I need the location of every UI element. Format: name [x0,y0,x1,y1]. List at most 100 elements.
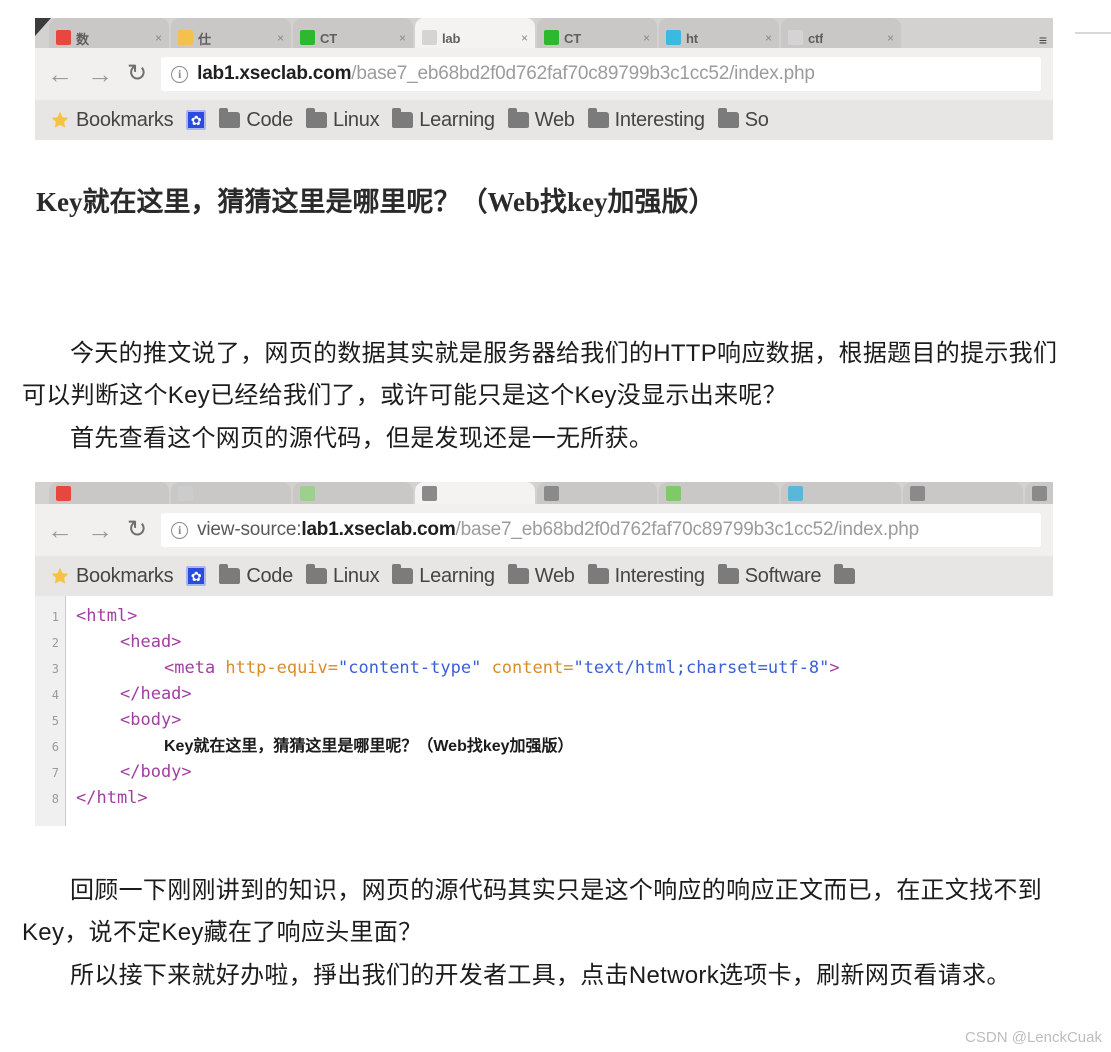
code-line: 5 <body> [35,707,1053,733]
reload-button[interactable]: ↻ [127,518,147,542]
bookmark-item[interactable]: Code [216,107,296,134]
bookmarks-bar[interactable]: Bookmarks ✿ Code Linux Learning Web Interestin… [35,556,1053,596]
bookmark-item[interactable] [831,564,858,586]
browser-tab[interactable]: lab × [415,18,535,48]
code-text: </head> [66,681,192,707]
tab-favicon-icon [544,486,559,501]
tab-strip[interactable] [35,482,1053,504]
address-bar[interactable]: i view-source:lab1.xseclab.com/base7_eb6… [161,513,1041,547]
bookmark-item[interactable]: Interesting [585,563,708,590]
info-icon[interactable]: i [171,65,189,83]
line-number: 5 [51,714,59,728]
line-number: 4 [51,688,59,702]
browser-tab[interactable] [293,482,413,504]
browser-tab[interactable] [659,482,779,504]
tab-favicon-icon [666,486,681,501]
browser-tab[interactable] [781,482,901,504]
close-icon[interactable]: × [277,31,284,45]
bookmark-label: Software [744,564,822,587]
tab-favicon-icon [56,30,71,45]
code-token: http-equiv= [225,658,339,678]
close-icon[interactable]: × [521,31,528,45]
line-number: 8 [51,792,59,806]
tab-favicon-icon [422,486,437,501]
url-path: /base7_eb68bd2f0d762faf70c89799b3c1cc52/… [351,63,815,84]
bookmark-item[interactable]: ✿ [183,564,209,588]
bookmark-item[interactable]: Learning [389,107,497,134]
bookmark-item[interactable]: Code [216,563,296,590]
folder-icon [834,564,856,584]
browser-tab[interactable]: 数 × [49,18,169,48]
bookmark-label: Interesting [614,108,705,131]
tab-title: CT [564,30,581,46]
code-text: <body> [66,707,181,733]
code-token: <body> [120,710,182,730]
close-icon[interactable]: × [887,31,894,45]
bookmark-item[interactable]: So [715,107,772,134]
reload-button[interactable]: ↻ [127,62,147,86]
browser-tab[interactable] [537,482,657,504]
address-bar[interactable]: i lab1.xseclab.com/base7_eb68bd2f0d762fa… [161,57,1041,91]
paragraph-2: 首先查看这个网页的源代码，但是发现还是一无所获。 [70,425,654,452]
line-number: 1 [51,610,59,624]
tab-title: ctf [808,30,824,46]
forward-button[interactable]: → [87,517,113,543]
close-icon[interactable]: × [765,31,772,45]
back-button[interactable]: ← [47,517,73,543]
menu-icon[interactable]: ≡ [1039,32,1047,48]
browser-tab[interactable]: ht × [659,18,779,48]
folder-icon [305,564,327,584]
tab-favicon-icon [788,30,803,45]
browser-tab[interactable]: CT × [537,18,657,48]
browser-tab[interactable] [171,482,291,504]
tab-favicon-icon [544,30,559,45]
code-token: "text/html;charset=utf-8" [573,658,830,678]
close-icon[interactable]: × [155,31,162,45]
bookmark-item[interactable]: Bookmarks [47,563,176,590]
browser-screenshot-view-source: ← → ↻ i view-source:lab1.xseclab.com/bas… [35,482,1053,830]
browser-tab[interactable] [903,482,1023,504]
bookmark-item[interactable]: Web [505,563,578,590]
back-button[interactable]: ← [47,61,73,87]
folder-icon [219,564,241,584]
folder-icon [587,564,609,584]
star-icon [51,111,69,128]
browser-tab[interactable]: CT × [293,18,413,48]
paw-icon: ✿ [186,566,207,586]
browser-tab[interactable] [49,482,169,504]
bookmark-label: So [744,108,769,131]
forward-button[interactable]: → [87,61,113,87]
browser-tab[interactable] [1025,482,1053,504]
bookmark-item[interactable]: Software [715,563,825,590]
tab-strip[interactable]: 数 × 仕 × CT × lab × CT × ht × ctf × ≡ [35,18,1053,48]
bookmark-item[interactable]: Linux [303,563,382,590]
tab-favicon-icon [56,486,71,501]
info-icon[interactable]: i [171,521,189,539]
bookmark-label: Linux [332,564,380,587]
browser-tab[interactable]: ctf × [781,18,901,48]
tab-favicon-icon [666,30,681,45]
bookmark-item[interactable]: Learning [389,563,497,590]
code-token: </html> [76,788,148,808]
tab-favicon-icon [300,30,315,45]
bookmark-item[interactable]: Bookmarks [47,107,176,134]
close-icon[interactable]: × [643,31,650,45]
code-text: Key就在这里，猜猜这里是哪里呢？（Web找key加强版） [66,733,574,760]
line-number: 3 [51,662,59,676]
browser-tab[interactable]: 仕 × [171,18,291,48]
code-token: <head> [120,632,182,652]
bookmark-item[interactable]: Linux [303,107,382,134]
tab-favicon-icon [300,486,315,501]
paragraph-1: 今天的推文说了，网页的数据其实就是服务器给我们的HTTP响应数据，根据题目的提示… [22,340,1058,409]
bookmarks-bar[interactable]: Bookmarks ✿ Code Linux Learning Web Interestin… [35,100,1053,140]
url-text: view-source:lab1.xseclab.com/base7_eb68b… [197,519,919,541]
close-icon[interactable]: × [399,31,406,45]
browser-tab[interactable] [415,482,535,504]
tab-favicon-icon [178,30,193,45]
bookmark-item[interactable]: ✿ [183,108,209,132]
url-path: /base7_eb68bd2f0d762faf70c89799b3c1cc52/… [455,519,920,540]
bookmark-label: Web [534,108,575,131]
bookmark-item[interactable]: Interesting [585,107,708,134]
bookmark-item[interactable]: Web [505,107,578,134]
tab-title: CT [320,30,337,46]
